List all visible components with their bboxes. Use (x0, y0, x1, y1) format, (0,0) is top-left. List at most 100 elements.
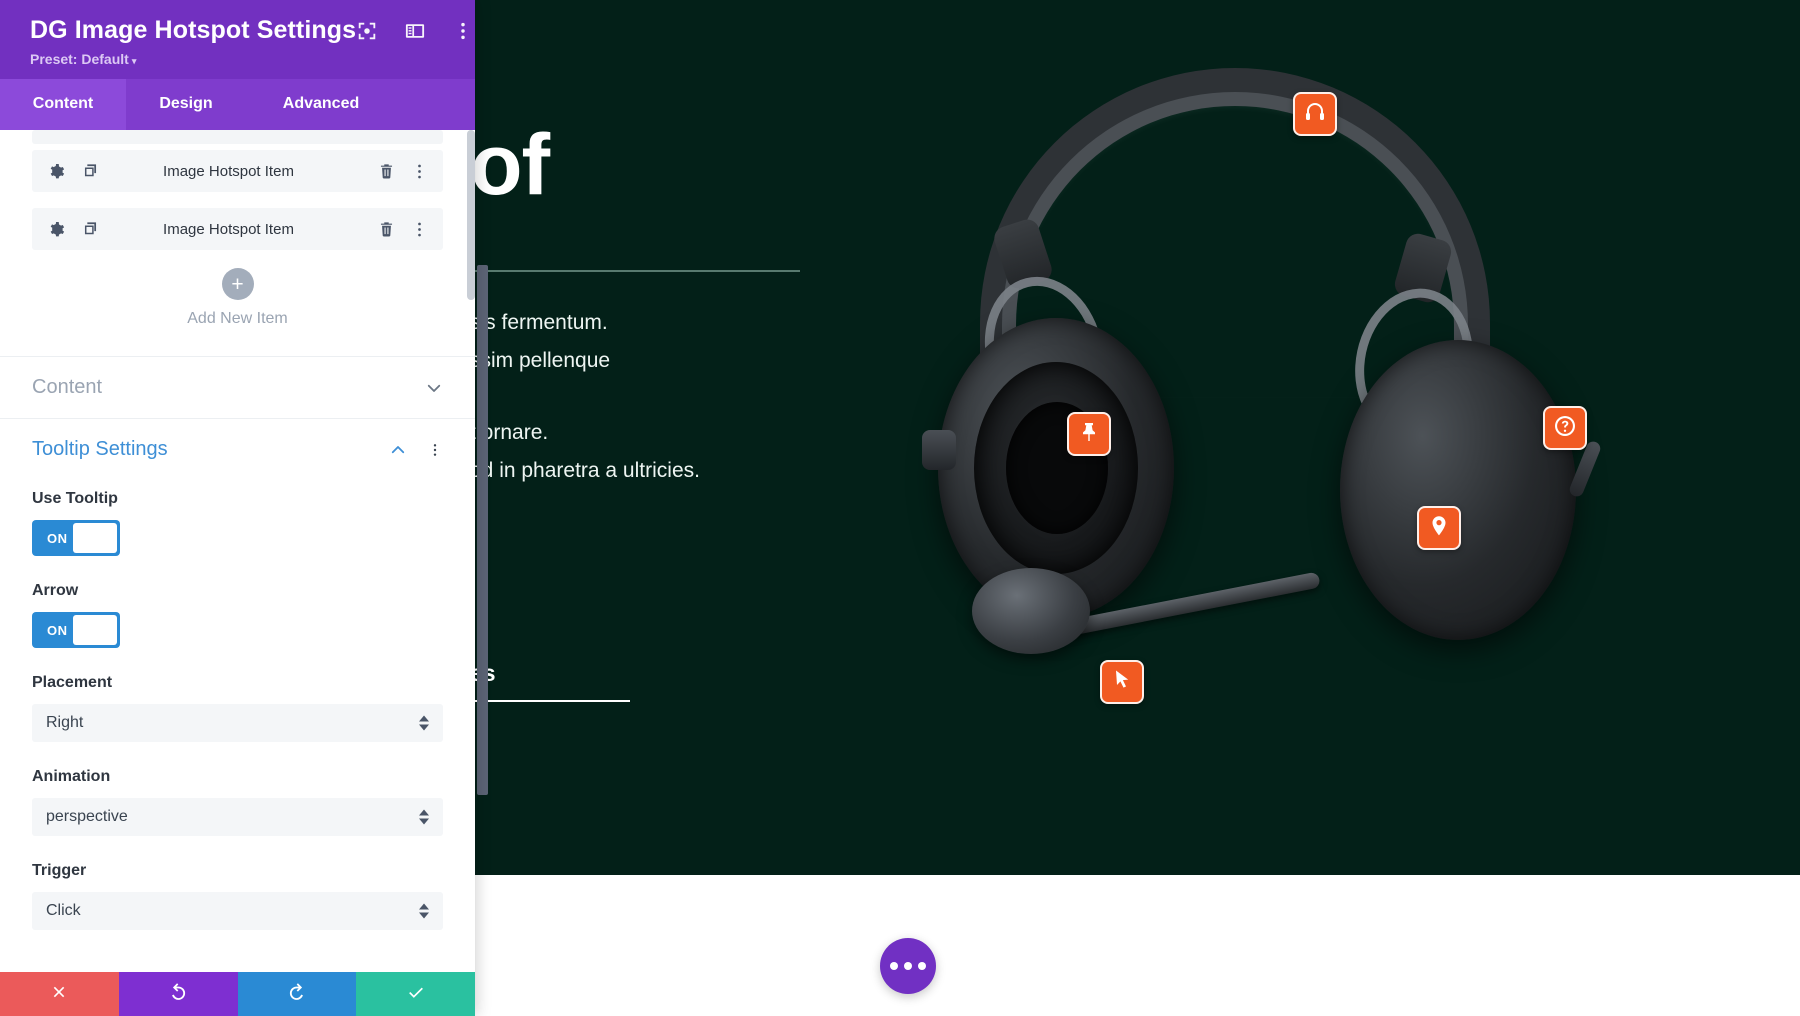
placement-select[interactable]: Right (32, 704, 443, 742)
chevron-down-icon: ▾ (131, 56, 137, 66)
tab-content[interactable]: Content (0, 79, 126, 130)
panel-title-row: DG Image Hotspot Settings (30, 16, 465, 45)
field-placement: Placement Right (32, 674, 443, 742)
section-title-tooltip: Tooltip Settings (32, 438, 168, 460)
section-title-content: Content (32, 376, 103, 398)
chevron-down-icon[interactable] (425, 379, 443, 397)
label-arrow: Arrow (32, 582, 79, 599)
hero-divider (470, 270, 800, 273)
undo-icon (168, 982, 188, 1007)
select-arrows-icon (419, 715, 429, 731)
page-title: DG Image Hotspot Settings (30, 16, 357, 44)
field-use-tooltip: Use Tooltip ON (32, 490, 443, 556)
check-icon (406, 982, 426, 1007)
redo-icon (287, 982, 307, 1007)
focus-target-icon[interactable] (356, 20, 378, 42)
page-scrollbar[interactable] (475, 0, 489, 1016)
gear-icon[interactable] (46, 162, 65, 181)
item-right-icons (377, 162, 429, 181)
add-new-item-button[interactable]: + Add New Item (32, 268, 443, 328)
label-trigger: Trigger (32, 862, 87, 879)
section-content-controls (425, 379, 443, 397)
item-partial-row (32, 130, 443, 144)
options-fab[interactable] (880, 938, 936, 994)
placement-value: Right (46, 714, 84, 731)
item-label: Image Hotspot Item (163, 162, 294, 180)
fab-dot-3 (918, 962, 926, 970)
hotspot-marker-pushpin[interactable] (1067, 412, 1111, 456)
panel-scroll-area: Image Hotspot Item Image Hotspot Item + … (0, 130, 475, 1016)
microphone-windscreen (972, 568, 1090, 654)
earcup-right (1340, 340, 1576, 640)
settings-panel: DG Image Hotspot Settings Preset: Defaul… (0, 0, 475, 1016)
select-arrows-icon (419, 809, 429, 825)
toggle-knob (73, 523, 117, 553)
field-animation: Animation perspective (32, 768, 443, 836)
use-tooltip-toggle-state: ON (47, 530, 68, 546)
add-new-item-label: Add New Item (187, 310, 288, 327)
map-pin-icon (1427, 514, 1451, 543)
chevron-up-icon[interactable] (389, 441, 407, 459)
hotspot-marker-headphones[interactable] (1293, 92, 1337, 136)
label-use-tooltip: Use Tooltip (32, 490, 118, 507)
hotspot-marker-map-pin[interactable] (1417, 506, 1461, 550)
arrow-toggle[interactable]: ON (32, 612, 120, 648)
redo-button[interactable] (237, 972, 357, 1016)
kebab-menu-icon[interactable] (410, 220, 429, 239)
hotspot-marker-question[interactable] (1543, 406, 1587, 450)
fab-dot-1 (890, 962, 898, 970)
section-content[interactable]: Content (0, 356, 475, 418)
headphones-icon (1303, 100, 1327, 129)
trigger-value: Click (46, 902, 81, 919)
arrow-toggle-state: ON (47, 622, 68, 638)
label-animation: Animation (32, 768, 111, 785)
label-placement: Placement (32, 674, 113, 691)
use-tooltip-toggle[interactable]: ON (32, 520, 120, 556)
close-icon (49, 982, 69, 1007)
hotspot-marker-cursor[interactable] (1100, 660, 1144, 704)
tab-design[interactable]: Design (126, 79, 246, 130)
question-circle-icon (1553, 414, 1577, 443)
app-stage: of sis fermentum. ssim pellenque t ornar… (0, 0, 1800, 1016)
cursor-arrow-icon (1110, 668, 1134, 697)
page-scrollbar-thumb[interactable] (477, 265, 488, 795)
tooltip-settings-fields: Use Tooltip ON Arrow ON Placement Right … (0, 480, 475, 930)
table-row[interactable]: Image Hotspot Item (32, 208, 443, 250)
preset-selector[interactable]: Preset: Default ▾ (30, 51, 453, 67)
panel-scrollbar-thumb[interactable] (467, 130, 475, 300)
cancel-button[interactable] (0, 972, 119, 1016)
trash-icon[interactable] (377, 220, 396, 239)
animation-select[interactable]: perspective (32, 798, 443, 836)
preset-label: Preset: Default (30, 51, 129, 67)
kebab-menu-icon[interactable] (410, 162, 429, 181)
tab-advanced[interactable]: Advanced (246, 79, 396, 130)
gear-icon[interactable] (46, 220, 65, 239)
panel-action-bar (0, 972, 475, 1016)
item-label: Image Hotspot Item (163, 220, 294, 238)
volume-knob (922, 430, 956, 470)
fab-dot-2 (904, 962, 912, 970)
toggle-knob (73, 615, 117, 645)
panel-tabs: Content Design Advanced (0, 79, 475, 130)
pushpin-icon (1077, 420, 1101, 449)
save-button[interactable] (356, 972, 475, 1016)
kebab-menu-icon[interactable] (452, 20, 474, 42)
panel-scrollbar[interactable] (467, 130, 475, 1016)
plus-icon: + (221, 268, 254, 300)
item-right-icons (377, 220, 429, 239)
hotspot-item-list: Image Hotspot Item Image Hotspot Item + … (0, 130, 475, 328)
section-tooltip-settings[interactable]: Tooltip Settings (0, 418, 475, 480)
animation-value: perspective (46, 808, 128, 825)
section-tooltip-controls (389, 441, 443, 459)
select-arrows-icon (419, 903, 429, 919)
panel-layout-icon[interactable] (404, 20, 426, 42)
field-trigger: Trigger Click (32, 862, 443, 930)
undo-button[interactable] (118, 972, 238, 1016)
product-image-headphones (922, 40, 1630, 720)
field-arrow: Arrow ON (32, 582, 443, 648)
trash-icon[interactable] (377, 162, 396, 181)
kebab-menu-icon[interactable] (427, 442, 443, 458)
hero-subheading-underline (470, 700, 630, 702)
trigger-select[interactable]: Click (32, 892, 443, 930)
table-row[interactable]: Image Hotspot Item (32, 150, 443, 192)
